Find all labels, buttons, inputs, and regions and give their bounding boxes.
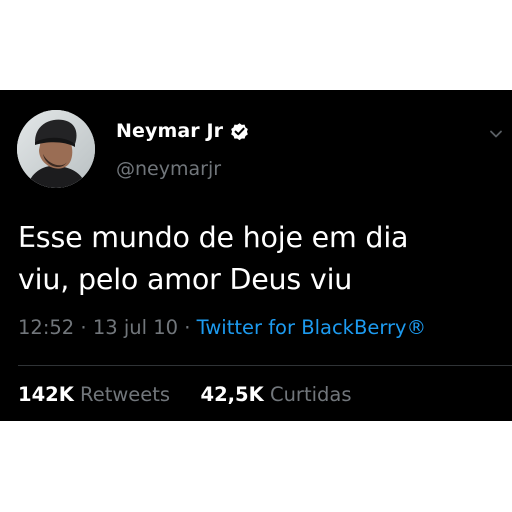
display-name-row: Neymar Jr: [116, 120, 250, 142]
meta-separator: ·: [184, 316, 191, 339]
display-name[interactable]: Neymar Jr: [116, 120, 223, 142]
retweets-count: 142K: [18, 383, 74, 406]
tweet-date[interactable]: 13 jul 10: [93, 316, 178, 339]
divider: [18, 365, 512, 366]
chevron-down-icon[interactable]: [488, 126, 504, 142]
verified-badge-icon: [229, 121, 250, 142]
tweet-stats: 142K Retweets 42,5K Curtidas: [18, 383, 352, 406]
retweets-stat[interactable]: 142K Retweets: [18, 383, 176, 406]
tweet-text: Esse mundo de hoje em dia viu, pelo amor…: [18, 217, 498, 301]
tweet-time[interactable]: 12:52: [18, 316, 74, 339]
tweet-text-line-1: Esse mundo de hoje em dia: [18, 221, 409, 254]
user-handle[interactable]: @neymarjr: [116, 158, 221, 180]
tweet-card: Neymar Jr @neymarjr Esse mundo de hoje e…: [0, 90, 512, 421]
tweet-text-line-2: viu, pelo amor Deus viu: [18, 263, 353, 296]
meta-separator: ·: [80, 316, 87, 339]
likes-stat[interactable]: 42,5K Curtidas: [194, 383, 352, 406]
tweet-source-link[interactable]: Twitter for BlackBerry®: [197, 316, 426, 339]
likes-count: 42,5K: [200, 383, 264, 406]
tweet-meta: 12:52 · 13 jul 10 · Twitter for BlackBer…: [18, 316, 426, 339]
retweets-label: Retweets: [80, 383, 171, 406]
likes-label: Curtidas: [269, 383, 352, 406]
avatar[interactable]: [17, 110, 95, 188]
